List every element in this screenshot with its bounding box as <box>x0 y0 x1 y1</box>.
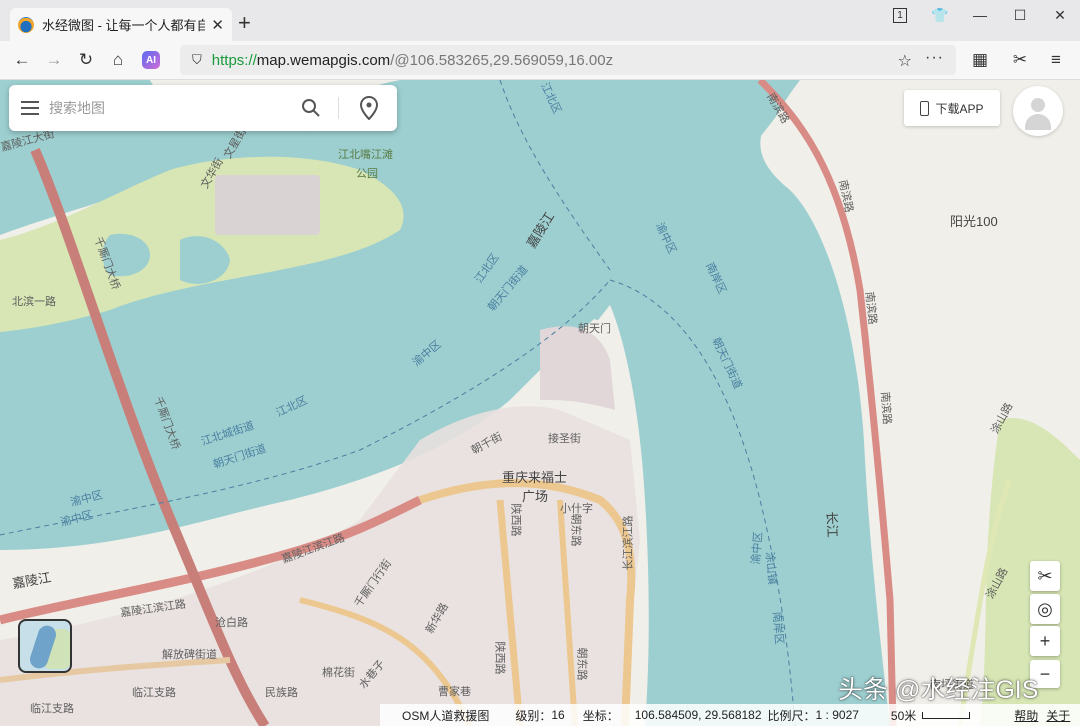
map-label-street: 接圣街 <box>548 433 581 445</box>
map-source[interactable]: OSM人道救援图 <box>402 707 489 724</box>
window-controls: 1 👕 — ☐ ✕ <box>880 0 1080 30</box>
apps-grid-icon[interactable]: ▦ <box>968 48 992 72</box>
back-arrow-icon[interactable]: ← <box>10 48 34 72</box>
skin-icon[interactable]: 👕 <box>920 0 960 30</box>
tab-bar: 水经微图 - 让每一个人都有自 ✕ + 1 👕 — ☐ ✕ <box>0 0 1080 41</box>
phone-icon <box>920 100 930 116</box>
download-app-label: 下载APP <box>935 101 984 116</box>
measure-tool-button[interactable]: ✂ <box>1030 561 1060 591</box>
search-divider <box>338 97 339 119</box>
tab-close-icon[interactable]: ✕ <box>211 16 224 34</box>
map-label-poi: 阳光100 <box>950 214 998 229</box>
close-window-button[interactable]: ✕ <box>1040 0 1080 30</box>
forward-arrow-icon[interactable]: → <box>42 48 66 72</box>
about-link[interactable]: 关于 <box>1046 707 1070 724</box>
ai-assistant-icon[interactable]: AI <box>139 48 163 72</box>
map-label-road: 曹家巷 <box>438 686 471 698</box>
site-favicon-icon <box>18 16 34 33</box>
hamburger-menu-icon[interactable] <box>21 97 39 119</box>
map-canvas[interactable]: 江北嘴江滩 公园 文华街 文星街 北滨一路 千厮门大桥 千厮门大桥 嘉陵江 嘉陵… <box>0 80 1080 726</box>
browser-tab[interactable]: 水经微图 - 让每一个人都有自 ✕ <box>10 8 232 41</box>
search-panel <box>9 85 397 131</box>
map-label-street: 陕西路 <box>509 503 522 537</box>
map-label-road: 沧白路 <box>215 617 248 629</box>
map-label-road: 临江支路 <box>30 703 74 715</box>
watermark: 头条 @水经注GIS <box>838 676 1039 704</box>
scissors-icon[interactable]: ✂ <box>1008 48 1032 72</box>
help-link[interactable]: 帮助 <box>1014 707 1038 724</box>
map-label-district: 涂山镇 <box>763 551 778 586</box>
user-avatar[interactable] <box>1013 86 1063 136</box>
map-label-district: 南岸区 <box>770 611 785 646</box>
home-icon[interactable]: ⌂ <box>106 48 130 72</box>
new-tab-button[interactable]: + <box>238 12 251 34</box>
layer-switch-thumbnail[interactable] <box>18 619 72 673</box>
more-icon[interactable]: ··· <box>925 49 944 67</box>
plus-icon: + <box>1039 630 1051 651</box>
browser-toolbar: ← → ↻ ⌂ AI ⛉ https:// map.wemapgis.com /… <box>0 41 1080 80</box>
map-label-yangtze: 长江 <box>824 511 840 538</box>
download-app-button[interactable]: 下载APP <box>904 90 1000 126</box>
maximize-button[interactable]: ☐ <box>1000 0 1040 30</box>
map-label-road: 民族路 <box>265 687 298 699</box>
coord-value: 106.584509, 29.568182 <box>634 708 762 722</box>
level-label: 级别： <box>515 708 552 723</box>
map-label-street: 朝东路 <box>575 647 588 681</box>
url-path: /@106.583265,29.569059,16.00z <box>390 51 614 69</box>
level-value: 16 <box>551 708 565 722</box>
scale-label: 比例尺： <box>767 708 816 723</box>
scissors-icon: ✂ <box>1037 565 1053 586</box>
map-label-street: 长江滨江路 <box>622 515 635 571</box>
stadium-building <box>215 175 320 235</box>
map-label-road: 南滨路 <box>862 291 879 326</box>
map-label-park-2: 公园 <box>356 168 378 180</box>
map-label-road: 北滨一路 <box>12 296 56 308</box>
map-label-chaotianmen: 朝天门 <box>578 323 611 335</box>
address-bar[interactable]: ⛉ https:// map.wemapgis.com /@106.583265… <box>180 45 956 75</box>
map-label-road: 临江支路 <box>132 687 176 699</box>
map-label-street: 陕西路 <box>493 641 506 675</box>
zoom-in-button[interactable]: + <box>1030 626 1060 656</box>
minus-icon: − <box>1039 663 1051 684</box>
map-label-raffles: 重庆来福士 <box>502 470 568 485</box>
tab-counter-icon[interactable]: 1 <box>880 0 920 30</box>
map-label-district: 解放碑街道 <box>162 649 217 661</box>
locate-button[interactable]: ◎ <box>1030 594 1060 624</box>
scale-value: 1 : 9027 <box>815 708 859 722</box>
url-scheme: https:// <box>211 51 257 69</box>
bookmark-star-icon[interactable]: ☆ <box>898 51 912 71</box>
search-input[interactable] <box>47 99 291 117</box>
tab-title: 水经微图 - 让每一个人都有自 <box>42 18 206 33</box>
map-label-road: 南滨路 <box>878 391 893 425</box>
scale-bar-label: 50米 <box>890 708 917 723</box>
coord-label: 坐标： <box>582 708 619 723</box>
minimize-button[interactable]: — <box>960 0 1000 30</box>
crosshair-icon: ◎ <box>1037 598 1053 619</box>
url-host: map.wemapgis.com <box>256 51 391 69</box>
menu-icon[interactable]: ≡ <box>1044 48 1068 72</box>
map-label-park: 江北嘴江滩 <box>338 149 393 161</box>
status-bar: OSM人道救援图 级别： 16 坐标： 106.584509, 29.56818… <box>380 704 1080 726</box>
map-label-street: 朝东路 <box>569 513 582 547</box>
map-label-raffles-2: 广场 <box>522 489 549 504</box>
security-shield-icon[interactable]: ⛉ <box>192 52 202 68</box>
map-label-road: 棉花街 <box>322 667 355 679</box>
reload-icon[interactable]: ↻ <box>74 48 98 72</box>
map-label-poi: 小什字 <box>560 503 593 515</box>
scale-bar <box>922 711 971 719</box>
